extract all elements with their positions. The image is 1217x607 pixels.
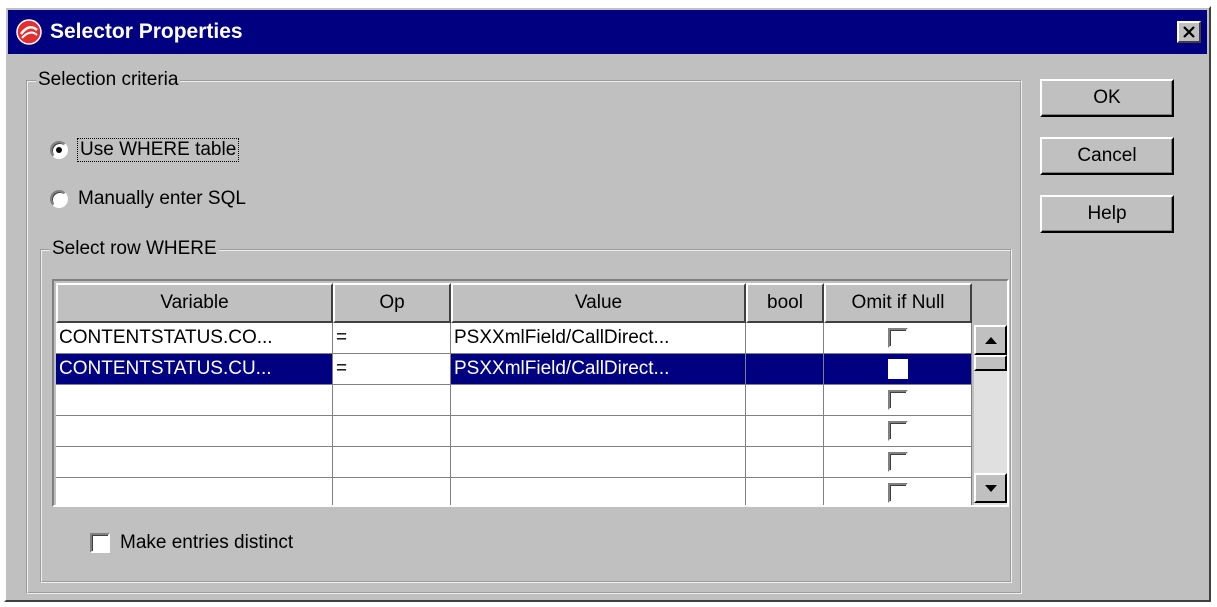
radio-use-where-table[interactable]: Use WHERE table xyxy=(50,138,240,162)
cell-variable[interactable] xyxy=(56,385,333,416)
radio-manual-sql[interactable]: Manually enter SQL xyxy=(50,188,246,210)
radio-where-label: Use WHERE table xyxy=(76,138,240,162)
cell-value[interactable]: PSXXmlField/CallDirect... xyxy=(451,323,746,354)
omit-if-null-checkbox[interactable] xyxy=(887,359,908,379)
cell-bool[interactable] xyxy=(746,447,824,478)
cell-variable[interactable]: CONTENTSTATUS.CU... xyxy=(56,354,333,385)
make-entries-distinct-label: Make entries distinct xyxy=(120,532,294,553)
cell-value[interactable] xyxy=(451,416,746,447)
selection-criteria-title: Selection criteria xyxy=(36,69,181,91)
cell-bool[interactable] xyxy=(746,416,824,447)
cell-op[interactable]: = xyxy=(333,354,451,385)
selector-properties-dialog: Selector Properties Selection criteria U… xyxy=(4,6,1211,602)
window-title: Selector Properties xyxy=(50,20,243,43)
radio-selected-dot xyxy=(56,147,62,153)
select-row-where-title: Select row WHERE xyxy=(50,238,219,260)
radio-button-where[interactable] xyxy=(50,141,68,159)
cell-value[interactable] xyxy=(451,447,746,478)
cell-variable[interactable] xyxy=(56,416,333,447)
cell-bool[interactable] xyxy=(746,385,824,416)
cancel-button[interactable]: Cancel xyxy=(1040,137,1174,175)
arrow-up-icon xyxy=(984,336,997,344)
radio-button-sql[interactable] xyxy=(50,190,68,208)
close-button[interactable] xyxy=(1177,21,1201,43)
cell-omit-if-null xyxy=(824,385,972,416)
omit-if-null-checkbox[interactable] xyxy=(887,328,908,348)
column-header-variable[interactable]: Variable xyxy=(56,283,333,323)
title-bar[interactable]: Selector Properties xyxy=(8,10,1207,54)
omit-if-null-checkbox[interactable] xyxy=(887,483,908,503)
cell-omit-if-null xyxy=(824,323,972,354)
radio-sql-label: Manually enter SQL xyxy=(78,188,246,209)
cell-bool[interactable] xyxy=(746,323,824,354)
close-icon xyxy=(1183,26,1195,38)
cell-omit-if-null xyxy=(824,354,972,385)
scrollbar-corner xyxy=(974,283,1007,323)
column-header-bool[interactable]: bool xyxy=(746,283,824,323)
arrow-down-icon xyxy=(984,484,997,492)
cell-bool[interactable] xyxy=(746,354,824,385)
cell-op[interactable] xyxy=(333,478,451,505)
omit-if-null-checkbox[interactable] xyxy=(887,421,908,441)
where-table: Variable Op Value bool Omit if Null CONT… xyxy=(52,279,1009,507)
cell-value[interactable] xyxy=(451,385,746,416)
column-header-value[interactable]: Value xyxy=(451,283,746,323)
cell-variable[interactable]: CONTENTSTATUS.CO... xyxy=(56,323,333,354)
scroll-down-button[interactable] xyxy=(974,473,1007,503)
cell-variable[interactable] xyxy=(56,478,333,505)
vertical-scrollbar[interactable] xyxy=(974,325,1007,505)
scrollbar-thumb[interactable] xyxy=(974,355,1007,371)
cell-op[interactable]: = xyxy=(333,323,451,354)
cell-bool[interactable] xyxy=(746,478,824,505)
cell-omit-if-null xyxy=(824,447,972,478)
make-entries-distinct-checkbox[interactable] xyxy=(90,533,110,553)
cell-value[interactable] xyxy=(451,478,746,505)
cell-value[interactable]: PSXXmlField/CallDirect... xyxy=(451,354,746,385)
scroll-up-button[interactable] xyxy=(974,325,1007,355)
app-logo-icon xyxy=(16,19,42,45)
cell-omit-if-null xyxy=(824,416,972,447)
cell-op[interactable] xyxy=(333,385,451,416)
column-header-op[interactable]: Op xyxy=(333,283,451,323)
omit-if-null-checkbox[interactable] xyxy=(887,452,908,472)
cell-variable[interactable] xyxy=(56,447,333,478)
omit-if-null-checkbox[interactable] xyxy=(887,390,908,410)
cell-op[interactable] xyxy=(333,416,451,447)
column-header-omit-if-null[interactable]: Omit if Null xyxy=(824,283,972,323)
cell-omit-if-null xyxy=(824,478,972,505)
help-button[interactable]: Help xyxy=(1040,195,1174,233)
make-entries-distinct[interactable]: Make entries distinct xyxy=(90,532,293,554)
cell-op[interactable] xyxy=(333,447,451,478)
ok-button[interactable]: OK xyxy=(1040,79,1174,117)
